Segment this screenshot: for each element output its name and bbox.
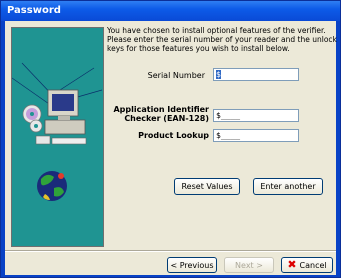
product-lookup-label: Product Lookup (138, 131, 209, 140)
intro-text: You have chosen to install optional feat… (107, 26, 337, 53)
dialog-body: You have chosen to install optional feat… (5, 21, 337, 275)
previous-button[interactable]: < Previous (167, 257, 217, 273)
enter-another-button[interactable]: Enter another (253, 178, 323, 195)
app-identifier-label-line1: Application Identifier (113, 105, 209, 114)
globe-icon (37, 171, 67, 201)
app-identifier-label-line2: Checker (EAN-128) (124, 114, 209, 123)
footer-separator (5, 250, 336, 252)
cancel-button[interactable]: ✖ Cancel (281, 257, 333, 273)
installer-window: Password You have chosen to install opti… (0, 0, 341, 278)
wizard-banner (11, 27, 104, 247)
product-lookup-input[interactable]: $____ (213, 129, 299, 142)
next-button[interactable]: Next > (224, 257, 274, 273)
app-identifier-input[interactable]: $____ (213, 109, 299, 122)
reset-values-button[interactable]: Reset Values (174, 178, 240, 195)
serial-number-value: $ (216, 70, 221, 79)
title-bar[interactable]: Password (1, 1, 340, 21)
serial-number-input[interactable]: $ (213, 68, 299, 81)
serial-number-label: Serial Number (147, 71, 205, 80)
cd-icon (22, 104, 43, 133)
cancel-x-icon: ✖ (287, 258, 297, 271)
computer-icon (35, 89, 87, 145)
window-title: Password (7, 5, 61, 16)
cancel-label: Cancel (299, 260, 327, 270)
app-identifier-label: Application Identifier Checker (EAN-128) (107, 105, 209, 123)
